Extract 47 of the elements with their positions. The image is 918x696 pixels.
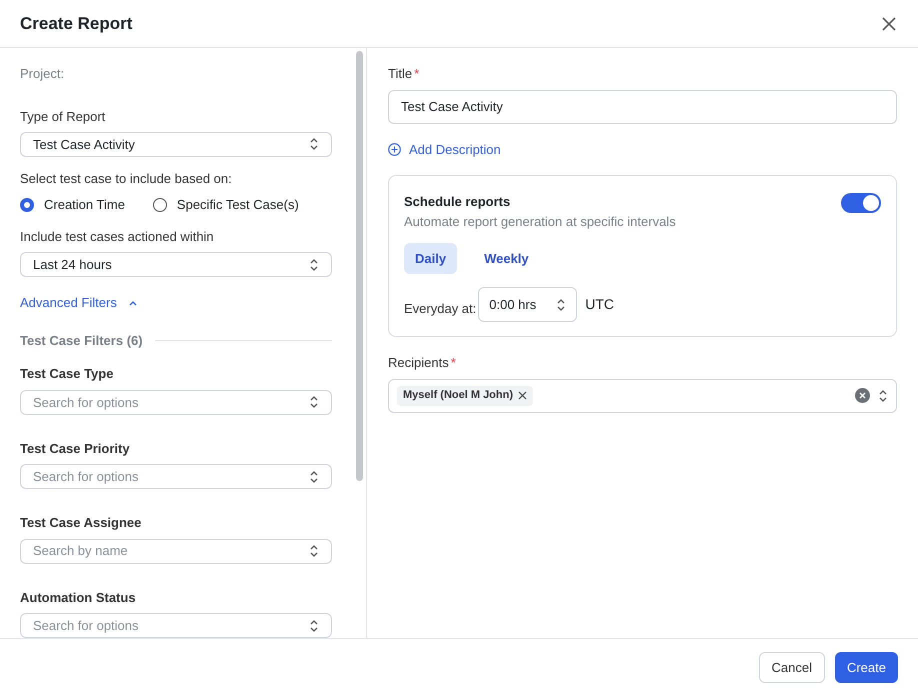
select-field[interactable]: Test Case Activity [20,132,332,157]
required-mark: * [414,65,420,83]
create-button[interactable]: Create [834,652,898,683]
field-label: Everyday at: [404,300,476,318]
required-mark: * [450,354,456,372]
cancel-button[interactable]: Cancel [758,652,825,683]
card-subtitle: Automate report generation at specific intervals [404,212,676,231]
field-label: Test Case Assignee [20,514,142,532]
remove-icon[interactable] [518,391,528,400]
field-label: Recipients [388,354,449,372]
plus-circle-icon [388,142,401,156]
time-select[interactable]: 0:00 hrs [478,287,578,322]
chevron-updown-icon [309,137,319,152]
chevron-updown-icon [556,298,566,312]
chevron-updown-icon [309,395,319,410]
field-label: Select test case to include based on: [20,170,233,188]
frequency-tab[interactable]: Daily [404,243,458,274]
chevron-updown-icon [309,258,319,272]
scrollbar-thumb[interactable] [356,51,362,481]
radio-option[interactable]: Specific Test Case(s) [152,195,299,215]
timezone-label: UTC [585,295,614,314]
select-field[interactable]: Last 24 hours [20,252,332,278]
radio-option[interactable]: Creation Time [20,195,125,215]
field-label: Title [388,65,412,83]
frequency-tab[interactable]: Weekly [473,243,540,274]
field-label: Type of Report [20,108,106,126]
dialog-title: Create Report [20,12,132,35]
close-button[interactable] [880,14,898,32]
field-label: Test Case Priority [20,440,131,458]
section-heading: Test Case Filters (6) [20,332,143,350]
advanced-filters-toggle[interactable]: Advanced Filters [20,293,137,313]
clear-icon[interactable] [855,388,870,403]
chevron-updown-icon [309,470,319,484]
chevron-updown-icon [309,618,319,633]
caret-icon [128,300,137,306]
recipient-chip: Myself (Noel M John) [397,386,534,406]
field-label: Test Case Type [20,365,114,384]
title-input[interactable]: Test Case Activity [388,90,897,124]
field-label: Automation Status [20,588,137,607]
recipients-field[interactable]: Myself (Noel M John) [388,378,897,412]
card-title: Schedule reports [404,193,512,211]
chevron-updown-icon [309,544,319,558]
chevron-updown-icon [878,388,888,402]
add-description-link[interactable]: Add Description [388,140,501,159]
field-label: Include test cases actioned within [20,228,215,246]
field-label: Project: [20,65,66,83]
toggle-switch[interactable] [841,193,881,213]
